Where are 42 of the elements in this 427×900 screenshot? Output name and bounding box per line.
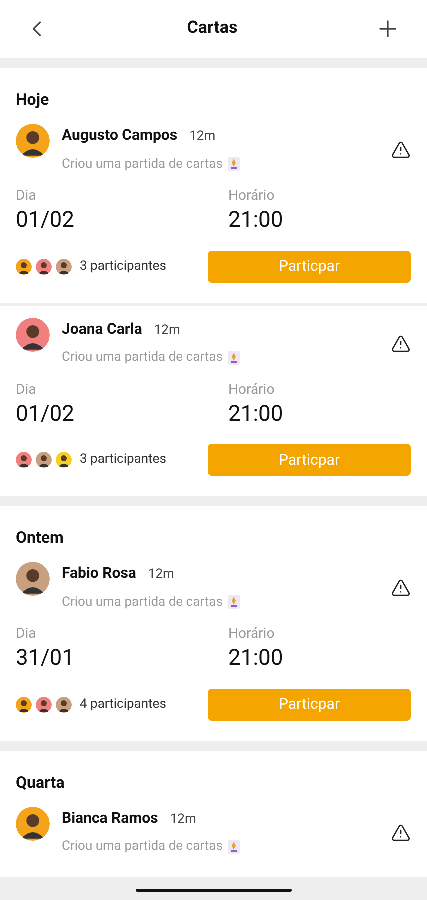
participants-count: 3 participantes — [80, 451, 166, 470]
post-description: Criou uma partida de cartas — [62, 838, 223, 856]
post-time: 12m — [148, 566, 174, 584]
user-name: Augusto Campos — [62, 125, 178, 146]
hour-value: 21:00 — [228, 400, 284, 428]
day-value: 31/01 — [16, 645, 76, 672]
post-time: 12m — [190, 128, 216, 146]
hour-label: Horário — [228, 187, 276, 206]
hour-value: 21:00 — [228, 207, 284, 234]
hour-label: Horário — [228, 380, 276, 400]
section-heading: Hoje — [15, 89, 50, 111]
page-title: Cartas — [187, 17, 238, 40]
card-emoji-icon — [226, 350, 241, 366]
day-label: Dia — [16, 380, 38, 400]
warning-icon[interactable] — [391, 822, 411, 842]
user-name: Fabio Rosa — [62, 563, 136, 584]
day-value: 01/02 — [16, 207, 76, 234]
card-emoji-icon — [226, 594, 241, 610]
participants-count: 4 participantes — [80, 696, 166, 714]
post-description: Criou uma partida de cartas — [62, 594, 223, 612]
warning-icon[interactable] — [391, 140, 411, 160]
day-label: Dia — [16, 625, 38, 644]
section-heading: Quarta — [15, 772, 66, 794]
hour-value: 21:00 — [228, 645, 284, 672]
post-description: Criou uma partida de cartas — [62, 156, 223, 174]
join-button[interactable]: Particpar — [208, 250, 411, 282]
day-value: 01/02 — [16, 400, 76, 428]
warning-icon[interactable] — [391, 334, 411, 354]
post-time: 12m — [154, 322, 180, 340]
join-button[interactable]: Particpar — [208, 688, 411, 720]
post-description: Criou uma partida de cartas — [62, 349, 223, 367]
section-heading: Ontem — [15, 527, 65, 549]
hour-label: Horário — [228, 625, 276, 644]
day-label: Dia — [16, 187, 38, 206]
warning-icon[interactable] — [391, 578, 411, 598]
card-emoji-icon — [226, 838, 241, 855]
card-emoji-icon — [226, 156, 241, 172]
user-name: Bianca Ramos — [62, 808, 158, 828]
post-time: 12m — [170, 810, 196, 828]
participants-count: 3 participantes — [80, 258, 166, 276]
join-button[interactable]: Particpar — [208, 444, 411, 476]
user-name: Joana Carla — [62, 318, 142, 340]
